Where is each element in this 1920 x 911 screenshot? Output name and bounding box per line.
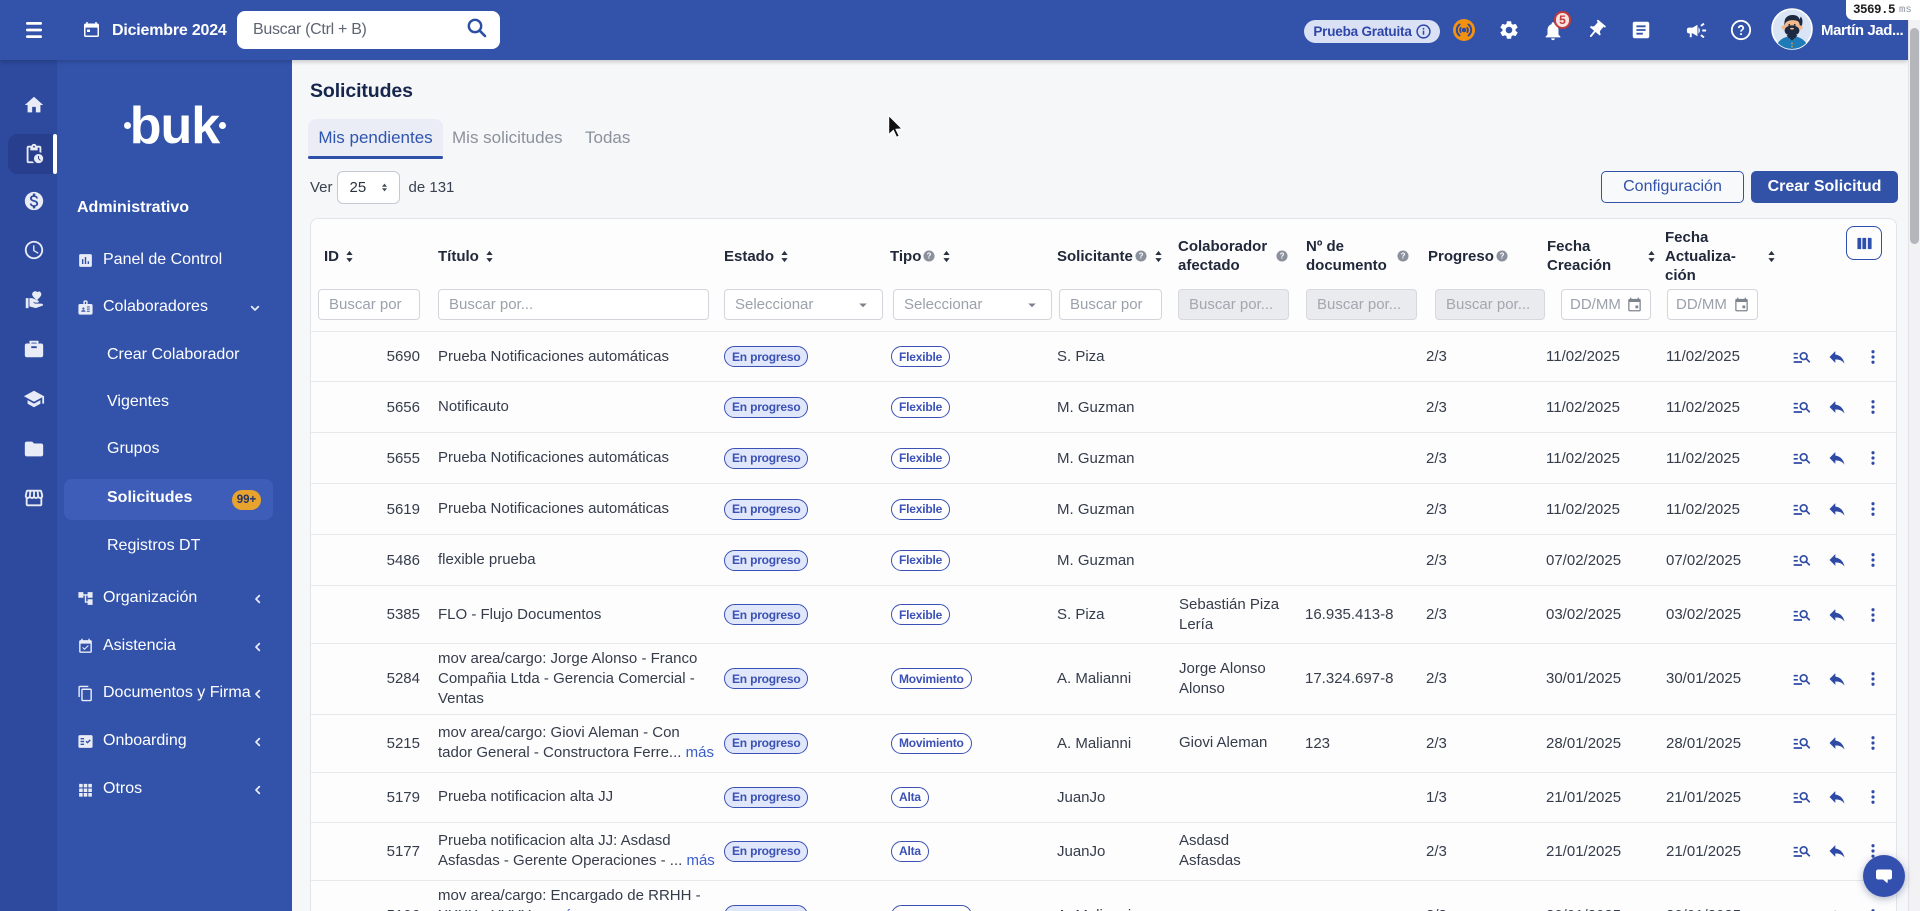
svg-text:?: ? [1138, 252, 1143, 261]
svg-text:?: ? [927, 252, 932, 261]
svg-text:?: ? [1499, 252, 1504, 261]
svg-text:?: ? [1280, 252, 1285, 261]
svg-text:?: ? [1401, 252, 1406, 261]
